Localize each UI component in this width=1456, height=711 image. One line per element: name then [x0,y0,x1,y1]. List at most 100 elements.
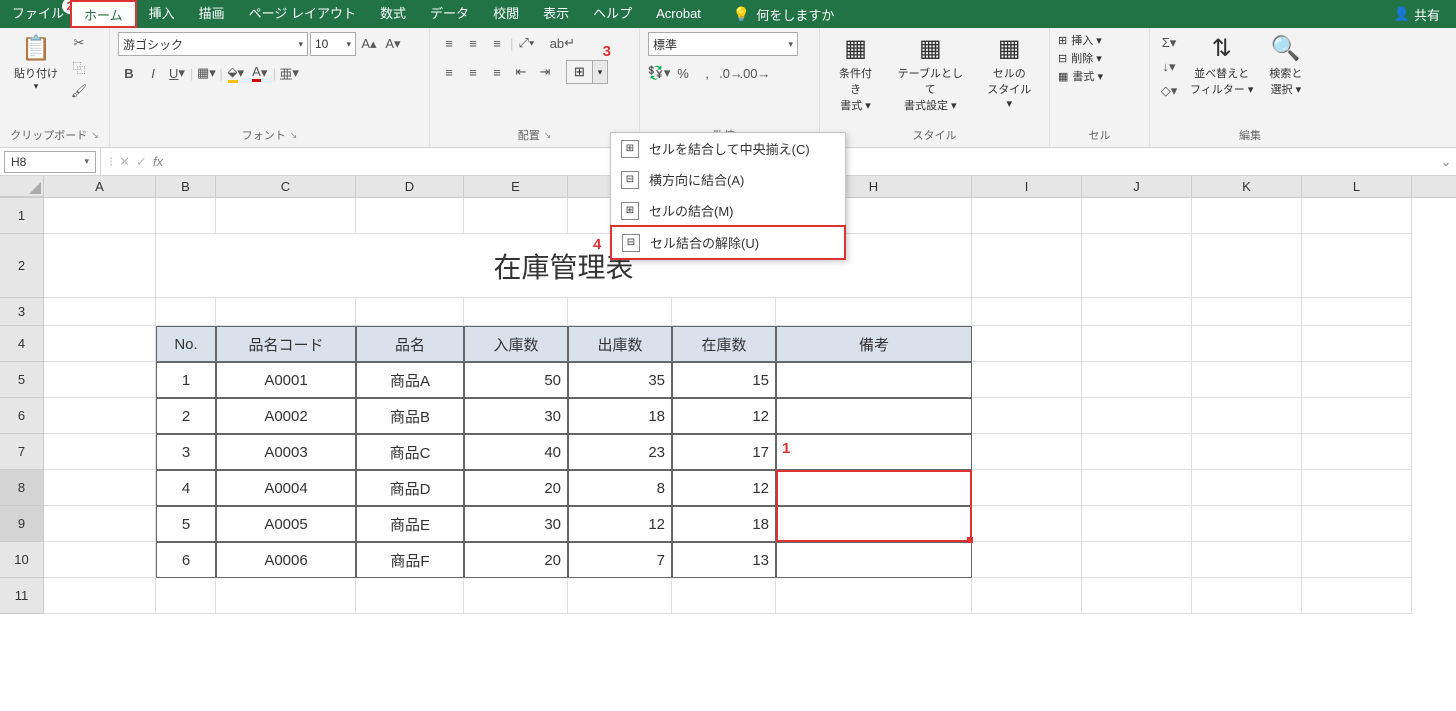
tab-acrobat[interactable]: Acrobat [644,0,713,28]
cell[interactable] [44,434,156,470]
cell[interactable] [356,198,464,234]
cell[interactable] [776,578,972,614]
cell[interactable] [776,542,972,578]
cell[interactable] [1082,298,1192,326]
expand-formula-bar[interactable]: ⌄ [1436,154,1456,170]
cell[interactable] [156,198,216,234]
tab-data[interactable]: データ [418,0,481,28]
font-name-combo[interactable]: 游ゴシック▾ [118,32,308,56]
cell[interactable] [1082,234,1192,298]
col-header-E[interactable]: E [464,176,568,197]
fill-color-button[interactable]: ⬙▾ [225,62,247,84]
font-size-combo[interactable]: 10▾ [310,32,356,56]
cell[interactable] [44,362,156,398]
row-header-4[interactable]: 4 [0,326,44,362]
row-header-2[interactable]: 2 [0,234,44,298]
autosum-button[interactable]: Σ▾ [1158,32,1180,54]
cell[interactable] [356,298,464,326]
cell[interactable] [44,578,156,614]
cell[interactable] [156,578,216,614]
enter-button[interactable]: ✓ [136,154,147,170]
cell[interactable]: 在庫管理表 [156,234,972,298]
accounting-format-button[interactable]: 💱▾ [648,62,670,84]
cell[interactable] [44,542,156,578]
cell[interactable]: 在庫数 [672,326,776,362]
cell[interactable] [216,298,356,326]
cell[interactable]: 23 [568,434,672,470]
cell[interactable]: 30 [464,398,568,434]
cell[interactable] [1302,234,1412,298]
cell[interactable] [776,362,972,398]
row-header-11[interactable]: 11 [0,578,44,614]
cell[interactable] [156,298,216,326]
cell[interactable] [216,198,356,234]
cell[interactable] [216,578,356,614]
row-header-1[interactable]: 1 [0,198,44,234]
insert-cells-button[interactable]: ⊞挿入 ▾ [1058,32,1102,48]
align-top-button[interactable]: ≡ [438,32,460,54]
tab-file[interactable]: ファイル 2 [0,0,70,28]
cell[interactable]: 入庫数 [464,326,568,362]
percent-button[interactable]: % [672,62,694,84]
wrap-text-button[interactable]: ab↵ [551,32,573,54]
cell[interactable] [44,234,156,298]
cell[interactable] [972,542,1082,578]
cell[interactable] [1302,578,1412,614]
cell[interactable] [1082,198,1192,234]
cell[interactable] [972,506,1082,542]
cell[interactable]: A0006 [216,542,356,578]
cell[interactable]: A0001 [216,362,356,398]
fx-button[interactable]: fx [153,154,163,169]
cell[interactable] [44,398,156,434]
comma-button[interactable]: , [696,62,718,84]
align-middle-button[interactable]: ≡ [462,32,484,54]
cell[interactable] [1302,298,1412,326]
cell[interactable]: 備考 [776,326,972,362]
font-launcher[interactable]: ↘ [290,130,298,141]
cell[interactable]: 商品B [356,398,464,434]
cell[interactable]: 5 [156,506,216,542]
find-select-button[interactable]: 🔍検索と 選択 ▾ [1263,32,1308,99]
cell[interactable]: 商品E [356,506,464,542]
alignment-launcher[interactable]: ↘ [544,130,552,141]
cell[interactable] [1192,470,1302,506]
cell[interactable] [1302,362,1412,398]
col-header-I[interactable]: I [972,176,1082,197]
cell[interactable]: 20 [464,542,568,578]
tab-help[interactable]: ヘルプ [581,0,644,28]
row-header-7[interactable]: 7 [0,434,44,470]
format-as-table-button[interactable]: ▦テーブルとして 書式設定 ▾ [887,32,973,115]
cell[interactable] [1192,198,1302,234]
col-header-K[interactable]: K [1192,176,1302,197]
cut-button[interactable]: ✂ [68,32,90,54]
cell[interactable]: 商品C [356,434,464,470]
cell[interactable]: 18 [672,506,776,542]
cell[interactable]: 8 [568,470,672,506]
cell[interactable] [568,578,672,614]
name-box[interactable]: H8▾ [4,151,96,173]
cell[interactable]: 商品A [356,362,464,398]
cell[interactable] [1192,542,1302,578]
row-header-8[interactable]: 8 [0,470,44,506]
cell[interactable]: 13 [672,542,776,578]
cell[interactable]: 18 [568,398,672,434]
orientation-button[interactable]: ⤢▾ [515,32,537,54]
cell[interactable] [776,298,972,326]
italic-button[interactable]: I [142,62,164,84]
cell[interactable] [1302,326,1412,362]
cell[interactable] [672,578,776,614]
align-center-button[interactable]: ≡ [462,61,484,83]
cell[interactable]: 1 [156,362,216,398]
col-header-B[interactable]: B [156,176,216,197]
cell[interactable] [776,506,972,542]
unmerge-cells-item[interactable]: ⊟セル結合の解除(U) [610,225,846,260]
cell[interactable] [972,326,1082,362]
cell[interactable] [1192,506,1302,542]
cell[interactable] [972,198,1082,234]
cell[interactable]: 20 [464,470,568,506]
bold-button[interactable]: B [118,62,140,84]
cell[interactable]: 12 [672,398,776,434]
cell[interactable] [1192,362,1302,398]
clipboard-launcher[interactable]: ↘ [91,130,99,141]
select-all-corner[interactable] [0,176,44,197]
